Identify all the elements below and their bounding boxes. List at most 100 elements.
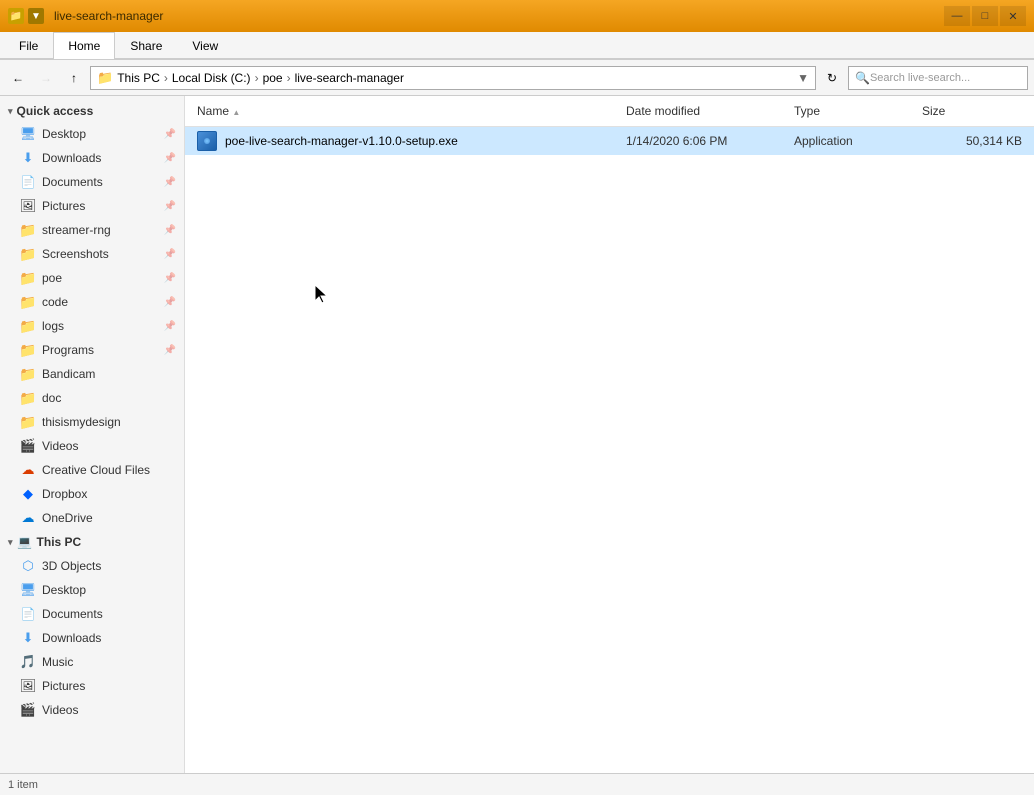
sidebar-item-programs[interactable]: 📁 Programs 📌 <box>0 338 184 362</box>
sidebar-item-doc[interactable]: 📁 doc <box>0 386 184 410</box>
sidebar-item-label: Bandicam <box>42 367 95 381</box>
music-icon: 🎵 <box>20 654 36 670</box>
path-localdisk[interactable]: Local Disk (C:) <box>172 71 251 85</box>
tab-share[interactable]: Share <box>115 32 177 59</box>
desktop-icon: 🖥 <box>20 582 36 598</box>
sidebar-item-onedrive[interactable]: ☁ OneDrive <box>0 506 184 530</box>
up-button[interactable]: ↑ <box>62 66 86 90</box>
sidebar-item-code[interactable]: 📁 code 📌 <box>0 290 184 314</box>
table-row[interactable]: poe-live-search-manager-v1.10.0-setup.ex… <box>185 127 1034 155</box>
status-item-count: 1 item <box>8 779 38 791</box>
downloads-icon: ⬇ <box>20 630 36 646</box>
col-header-type[interactable]: Type <box>794 100 914 122</box>
pin-icon: 📌 <box>164 225 176 236</box>
pictures-icon: 🖼 <box>20 198 36 214</box>
sidebar-item-label: Creative Cloud Files <box>42 463 150 477</box>
sidebar-item-creative-cloud[interactable]: ☁ Creative Cloud Files <box>0 458 184 482</box>
col-header-date[interactable]: Date modified <box>626 100 786 122</box>
pictures-icon: 🖼 <box>20 678 36 694</box>
app-icon: 📁 <box>8 8 24 24</box>
maximize-button[interactable]: □ <box>972 6 998 26</box>
cursor <box>315 285 327 303</box>
folder-icon: 📁 <box>20 222 36 238</box>
window-title: live-search-manager <box>50 9 938 23</box>
sidebar-item-pc-desktop[interactable]: 🖥 Desktop <box>0 578 184 602</box>
sidebar-item-logs[interactable]: 📁 logs 📌 <box>0 314 184 338</box>
col-name-label: Name <box>197 104 229 118</box>
back-button[interactable]: ← <box>6 66 30 90</box>
sidebar-item-label: Music <box>42 655 73 669</box>
sidebar-item-pc-videos[interactable]: 🎬 Videos <box>0 698 184 722</box>
folder-icon: 📁 <box>20 294 36 310</box>
sidebar-item-label: Documents <box>42 175 103 189</box>
tab-home[interactable]: Home <box>53 32 115 59</box>
path-poe[interactable]: poe <box>263 71 283 85</box>
sidebar-item-label: Downloads <box>42 151 101 165</box>
thispc-label: This PC <box>37 535 82 549</box>
sidebar-item-dropbox[interactable]: ◆ Dropbox <box>0 482 184 506</box>
file-name: poe-live-search-manager-v1.10.0-setup.ex… <box>225 134 618 148</box>
close-button[interactable]: ✕ <box>1000 6 1026 26</box>
sidebar-item-label: Desktop <box>42 127 86 141</box>
search-placeholder: Search live-search... <box>870 72 970 84</box>
main-layout: ▾ Quick access 🖥 Desktop 📌 ⬇ Downloads 📌… <box>0 96 1034 773</box>
col-header-size[interactable]: Size <box>922 100 1022 122</box>
sidebar-item-label: Videos <box>42 703 78 717</box>
sidebar-item-poe[interactable]: 📁 poe 📌 <box>0 266 184 290</box>
forward-button[interactable]: → <box>34 66 58 90</box>
sidebar-item-streamer-rng[interactable]: 📁 streamer-rng 📌 <box>0 218 184 242</box>
address-path[interactable]: 📁 This PC › Local Disk (C:) › poe › live… <box>90 66 816 90</box>
path-current[interactable]: live-search-manager <box>295 71 404 85</box>
sidebar-item-downloads[interactable]: ⬇ Downloads 📌 <box>0 146 184 170</box>
sidebar-item-thisismydesign[interactable]: 📁 thisismydesign <box>0 410 184 434</box>
folder-icon: 📁 <box>20 366 36 382</box>
thispc-header[interactable]: ▾ 💻 This PC <box>0 530 184 554</box>
pin-icon: 📌 <box>164 345 176 356</box>
sidebar-item-label: OneDrive <box>42 511 93 525</box>
sidebar-item-label: poe <box>42 271 62 285</box>
refresh-button[interactable]: ↻ <box>820 66 844 90</box>
folder-icon: 📁 <box>20 246 36 262</box>
path-thispc[interactable]: This PC <box>117 71 160 85</box>
sidebar-item-3dobjects[interactable]: ⬡ 3D Objects <box>0 554 184 578</box>
sidebar-item-label: doc <box>42 391 61 405</box>
sidebar-item-music[interactable]: 🎵 Music <box>0 650 184 674</box>
sidebar-item-documents[interactable]: 📄 Documents 📌 <box>0 170 184 194</box>
tab-file[interactable]: File <box>4 32 53 59</box>
sidebar-item-pictures[interactable]: 🖼 Pictures 📌 <box>0 194 184 218</box>
sidebar-item-label: logs <box>42 319 64 333</box>
app-icon-2: ▼ <box>28 8 44 24</box>
minimize-button[interactable]: — <box>944 6 970 26</box>
title-bar-icons: 📁 ▼ <box>8 8 44 24</box>
sidebar-item-desktop[interactable]: 🖥 Desktop 📌 <box>0 122 184 146</box>
videos-icon: 🎬 <box>20 702 36 718</box>
3dobjects-icon: ⬡ <box>20 558 36 574</box>
file-date: 1/14/2020 6:06 PM <box>626 134 786 148</box>
ribbon-tabs: File Home Share View <box>0 32 1034 59</box>
sidebar-item-bandicam[interactable]: 📁 Bandicam <box>0 362 184 386</box>
chevron-icon: ▾ <box>8 537 13 548</box>
sidebar-item-pc-documents[interactable]: 📄 Documents <box>0 602 184 626</box>
sidebar-item-screenshots[interactable]: 📁 Screenshots 📌 <box>0 242 184 266</box>
sidebar-item-pc-pictures[interactable]: 🖼 Pictures <box>0 674 184 698</box>
pin-icon: 📌 <box>164 249 176 260</box>
title-controls[interactable]: — □ ✕ <box>944 6 1026 26</box>
search-box[interactable]: 🔍 Search live-search... <box>848 66 1028 90</box>
folder-icon: 📁 <box>20 414 36 430</box>
sidebar-item-pc-downloads[interactable]: ⬇ Downloads <box>0 626 184 650</box>
tab-view[interactable]: View <box>177 32 233 59</box>
col-size-label: Size <box>922 104 945 118</box>
chevron-icon: ▾ <box>8 106 13 117</box>
sidebar-item-videos[interactable]: 🎬 Videos <box>0 434 184 458</box>
ribbon: File Home Share View <box>0 32 1034 60</box>
pin-icon: 📌 <box>164 177 176 188</box>
sidebar-item-label: Dropbox <box>42 487 87 501</box>
sidebar-item-label: Desktop <box>42 583 86 597</box>
col-header-name[interactable]: Name ▲ <box>197 100 618 122</box>
quick-access-header[interactable]: ▾ Quick access <box>0 100 184 122</box>
documents-icon: 📄 <box>20 174 36 190</box>
pin-icon: 📌 <box>164 153 176 164</box>
address-bar: ← → ↑ 📁 This PC › Local Disk (C:) › poe … <box>0 60 1034 96</box>
videos-icon: 🎬 <box>20 438 36 454</box>
pin-icon: 📌 <box>164 297 176 308</box>
